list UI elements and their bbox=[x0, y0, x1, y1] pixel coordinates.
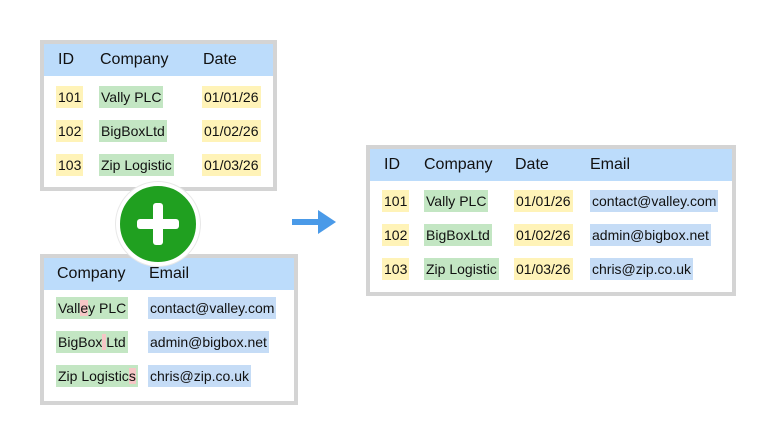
table-row: Valley PLC contact@valley.com bbox=[44, 297, 294, 319]
header-id: ID bbox=[384, 156, 400, 173]
cell-date: 01/03/26 bbox=[514, 258, 573, 280]
cell-email: chris@zip.co.uk bbox=[148, 365, 252, 387]
table-row: 103 Zip Logistic 01/03/26 bbox=[44, 154, 273, 176]
cell-email: admin@bigbox.net bbox=[590, 224, 711, 246]
plus-icon bbox=[116, 182, 200, 266]
header-id: ID bbox=[58, 51, 74, 68]
table-header: ID Company Date bbox=[44, 44, 273, 76]
cell-id: 101 bbox=[382, 190, 410, 212]
table-row: 101 Vally PLC 01/01/26 bbox=[44, 86, 273, 108]
cell-email: contact@valley.com bbox=[590, 190, 719, 212]
table-row: 103 Zip Logistic 01/03/26 chris@zip.co.u… bbox=[370, 258, 732, 280]
source-table-ids: ID Company Date 101 Vally PLC 01/01/26 1… bbox=[40, 40, 277, 191]
cell-company: Vally PLC bbox=[99, 86, 164, 108]
cell-id: 102 bbox=[56, 120, 84, 142]
header-email: Email bbox=[590, 156, 631, 173]
cell-company: BigBoxLtd bbox=[424, 224, 492, 246]
header-date: Date bbox=[515, 156, 549, 173]
cell-date: 01/02/26 bbox=[202, 120, 261, 142]
merged-table: ID Company Date Email 101 Vally PLC 01/0… bbox=[366, 145, 736, 296]
header-company: Company bbox=[57, 265, 126, 282]
cell-company: Zip Logistics bbox=[56, 365, 138, 387]
header-company: Company bbox=[424, 156, 493, 173]
cell-email: chris@zip.co.uk bbox=[590, 258, 694, 280]
table-row: 102 BigBoxLtd 01/02/26 admin@bigbox.net bbox=[370, 224, 732, 246]
cell-company: Zip Logistic bbox=[99, 154, 174, 176]
cell-company: Valley PLC bbox=[56, 297, 129, 319]
cell-id: 102 bbox=[382, 224, 410, 246]
arrow-right-icon bbox=[292, 210, 336, 234]
table-row: Zip Logistics chris@zip.co.uk bbox=[44, 365, 294, 387]
diff-highlight: e bbox=[80, 300, 89, 316]
diff-highlight: s bbox=[128, 368, 136, 384]
cell-company: Zip Logistic bbox=[424, 258, 499, 280]
source-table-emails: Company Email Valley PLC contact@valley.… bbox=[40, 254, 298, 405]
cell-date: 01/01/26 bbox=[202, 86, 261, 108]
cell-email: admin@bigbox.net bbox=[148, 331, 269, 353]
cell-date: 01/03/26 bbox=[202, 154, 261, 176]
cell-company: Vally PLC bbox=[424, 190, 489, 212]
cell-id: 101 bbox=[56, 86, 84, 108]
cell-date: 01/01/26 bbox=[514, 190, 573, 212]
table-row: BigBox Ltd admin@bigbox.net bbox=[44, 331, 294, 353]
header-email: Email bbox=[149, 265, 190, 282]
cell-company: BigBoxLtd bbox=[99, 120, 167, 142]
cell-id: 103 bbox=[56, 154, 84, 176]
table-header: ID Company Date Email bbox=[370, 149, 732, 181]
table-row: 101 Vally PLC 01/01/26 contact@valley.co… bbox=[370, 190, 732, 212]
header-company: Company bbox=[100, 51, 169, 68]
table-row: 102 BigBoxLtd 01/02/26 bbox=[44, 120, 273, 142]
cell-date: 01/02/26 bbox=[514, 224, 573, 246]
header-date: Date bbox=[203, 51, 237, 68]
cell-id: 103 bbox=[382, 258, 410, 280]
cell-company: BigBox Ltd bbox=[56, 331, 128, 353]
cell-email: contact@valley.com bbox=[148, 297, 277, 319]
